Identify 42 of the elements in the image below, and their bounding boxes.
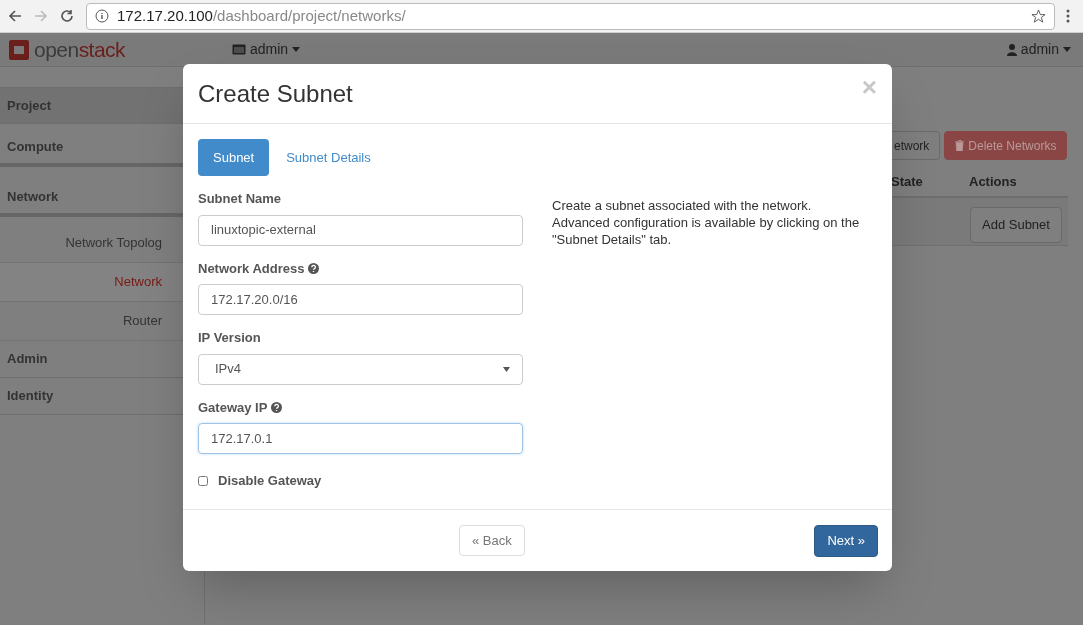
url-text: 172.17.20.100/dashboard/project/networks/ xyxy=(117,5,406,26)
input-field[interactable]: 172.17.20.0/16 xyxy=(198,284,523,315)
logo-icon xyxy=(8,38,30,61)
input-field[interactable]: 172.17.0.1 xyxy=(198,423,523,454)
field-label: IP Version xyxy=(198,329,261,347)
project-selector[interactable]: admin xyxy=(232,39,301,60)
user-icon xyxy=(1006,43,1017,56)
toolbar-button[interactable]: etwork xyxy=(892,131,941,160)
ip-version-select[interactable]: IPv4 xyxy=(198,353,523,385)
caret-icon xyxy=(292,47,301,52)
delete-networks-button[interactable]: Delete Networks xyxy=(944,131,1068,160)
next-button[interactable]: Next » xyxy=(814,525,878,557)
tab[interactable]: Subnet xyxy=(198,139,270,176)
logo-wordmark: openstack xyxy=(34,36,125,63)
help-icon[interactable] xyxy=(271,401,283,413)
caret-icon xyxy=(1063,47,1071,52)
checkbox-label: Disable Gateway xyxy=(218,472,322,490)
info-icon xyxy=(95,9,109,23)
trash-icon xyxy=(955,140,965,151)
menu-icon[interactable] xyxy=(1066,9,1070,23)
project-icon xyxy=(232,44,246,55)
field-label: Gateway IP xyxy=(198,398,268,417)
field-label: Subnet Name xyxy=(198,190,282,208)
column-header: State xyxy=(891,173,924,192)
input-field[interactable]: linuxtopic-external xyxy=(198,214,523,246)
disable-gateway-checkbox[interactable] xyxy=(198,475,208,486)
back-icon[interactable] xyxy=(8,9,22,23)
dropdown-arrow-icon xyxy=(503,366,510,372)
dialog-title: Create Subnet xyxy=(198,78,353,109)
back-button[interactable]: « Back xyxy=(459,525,525,556)
add-subnet-button[interactable]: Add Subnet xyxy=(970,207,1062,243)
tab[interactable]: Subnet Details xyxy=(271,139,386,176)
field-label: Network Address xyxy=(198,259,305,278)
help-icon[interactable] xyxy=(308,262,320,274)
address-bar[interactable]: 172.17.20.100/dashboard/project/networks/ xyxy=(86,2,1055,30)
help-text: Create a subnet associated with the network. Advanced configuration is available by clicking on the "Subnet Details" tab. xyxy=(552,197,861,249)
column-header: Actions xyxy=(969,173,1017,192)
sidebar-link[interactable]: Network xyxy=(0,263,183,302)
star-icon[interactable] xyxy=(1031,8,1046,24)
reload-icon[interactable] xyxy=(60,9,74,23)
sidebar-section[interactable]: Project xyxy=(0,87,183,124)
user-menu[interactable]: admin xyxy=(1006,39,1071,60)
